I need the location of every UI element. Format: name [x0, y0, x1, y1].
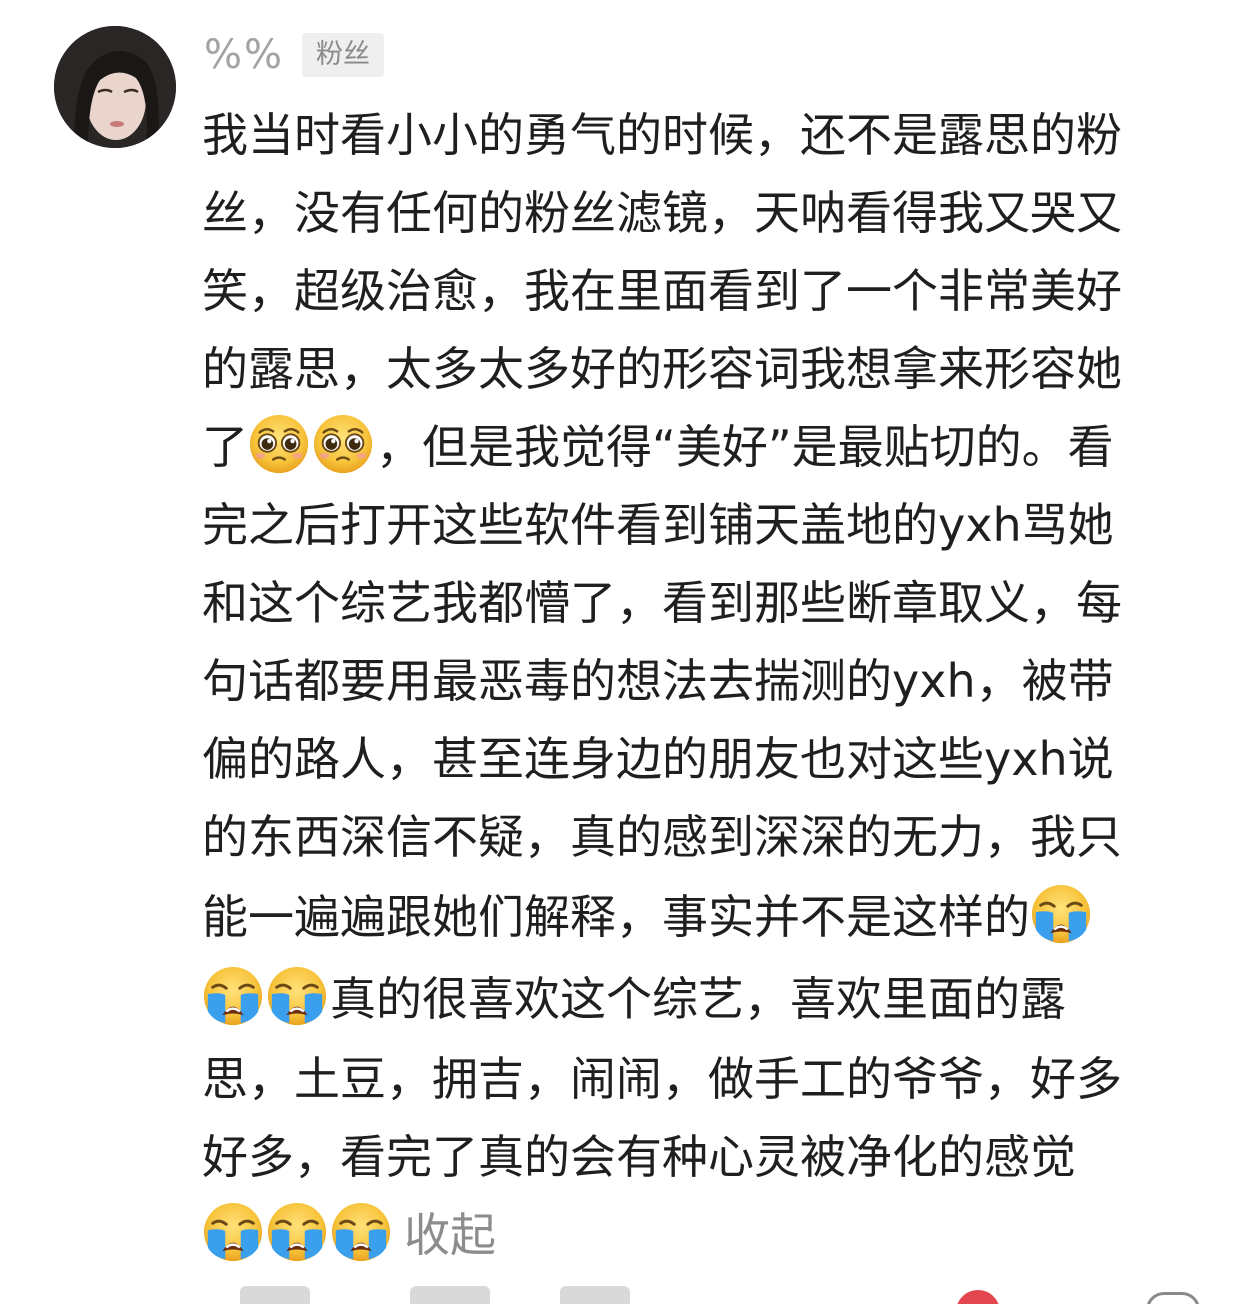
pleading-face-icon — [248, 413, 310, 475]
loudly-crying-face-icon — [1030, 883, 1092, 945]
comment-line: 完之后打开这些软件看到铺天盖地的yxh骂她 — [202, 498, 1114, 552]
comment-line: 好多，看完了真的会有种心灵被净化的感觉 — [202, 1130, 1076, 1184]
comment-line: 收起 — [202, 1196, 1212, 1274]
comment-line: 我当时看小小的勇气的时候，还不是露思的粉 — [202, 108, 1122, 162]
comment-line: 丝，没有任何的粉丝滤镜，天呐看得我又哭又 — [202, 186, 1122, 240]
comment-text: 能一遍遍跟她们解释，事实并不是这样的 — [202, 890, 1030, 944]
user-avatar-icon — [54, 26, 176, 148]
comment-line: 和这个综艺我都懵了，看到那些断章取义，每 — [202, 576, 1122, 630]
comment-text: 真的很喜欢这个综艺，喜欢里面的露 — [330, 972, 1066, 1026]
footer-text-fragment — [240, 1286, 310, 1304]
comment-line: 真的很喜欢这个综艺，喜欢里面的露 — [202, 958, 1212, 1040]
comment-line: 笑，超级治愈，我在里面看到了一个非常美好 — [202, 264, 1122, 318]
loudly-crying-face-icon — [266, 965, 328, 1027]
comment-line: 能一遍遍跟她们解释，事实并不是这样的 — [202, 876, 1212, 958]
loudly-crying-face-icon — [202, 965, 264, 1027]
comment-line: 的东西深信不疑，真的感到深深的无力，我只 — [202, 810, 1122, 864]
comment-text: ，但是我觉得“美好”是最贴切的。看 — [376, 420, 1114, 474]
footer-text-fragment — [560, 1286, 630, 1304]
comment-line: 句话都要用最恶毒的想法去揣测的yxh，被带 — [202, 654, 1114, 708]
more-icon[interactable] — [1146, 1292, 1200, 1304]
collapse-button[interactable]: 收起 — [404, 1208, 496, 1262]
fan-badge: 粉丝 — [302, 33, 385, 77]
like-heart-icon[interactable] — [956, 1290, 1000, 1304]
comment-text: 了 — [202, 420, 248, 474]
comment-line: 偏的路人，甚至连身边的朋友也对这些yxh说 — [202, 732, 1114, 786]
username[interactable]: %% — [204, 32, 284, 78]
comment-line: 的露思，太多太多好的形容词我想拿来形容她 — [202, 342, 1122, 396]
loudly-crying-face-icon — [202, 1201, 264, 1263]
comment-line: 了 ，但是我觉得“美好”是最贴切的。看 — [202, 408, 1212, 486]
comment-header: %% 粉丝 — [204, 30, 385, 80]
loudly-crying-face-icon — [330, 1201, 392, 1263]
comment-body: 我当时看小小的勇气的时候，还不是露思的粉 丝，没有任何的粉丝滤镜，天呐看得我又哭… — [202, 96, 1212, 1274]
user-avatar[interactable] — [54, 26, 176, 148]
loudly-crying-face-icon — [266, 1201, 328, 1263]
comment-footer-partial — [200, 1286, 1260, 1304]
comment-line: 思，土豆，拥吉，闹闹，做手工的爷爷，好多 — [202, 1052, 1122, 1106]
pleading-face-icon — [312, 413, 374, 475]
footer-text-fragment — [410, 1286, 490, 1304]
